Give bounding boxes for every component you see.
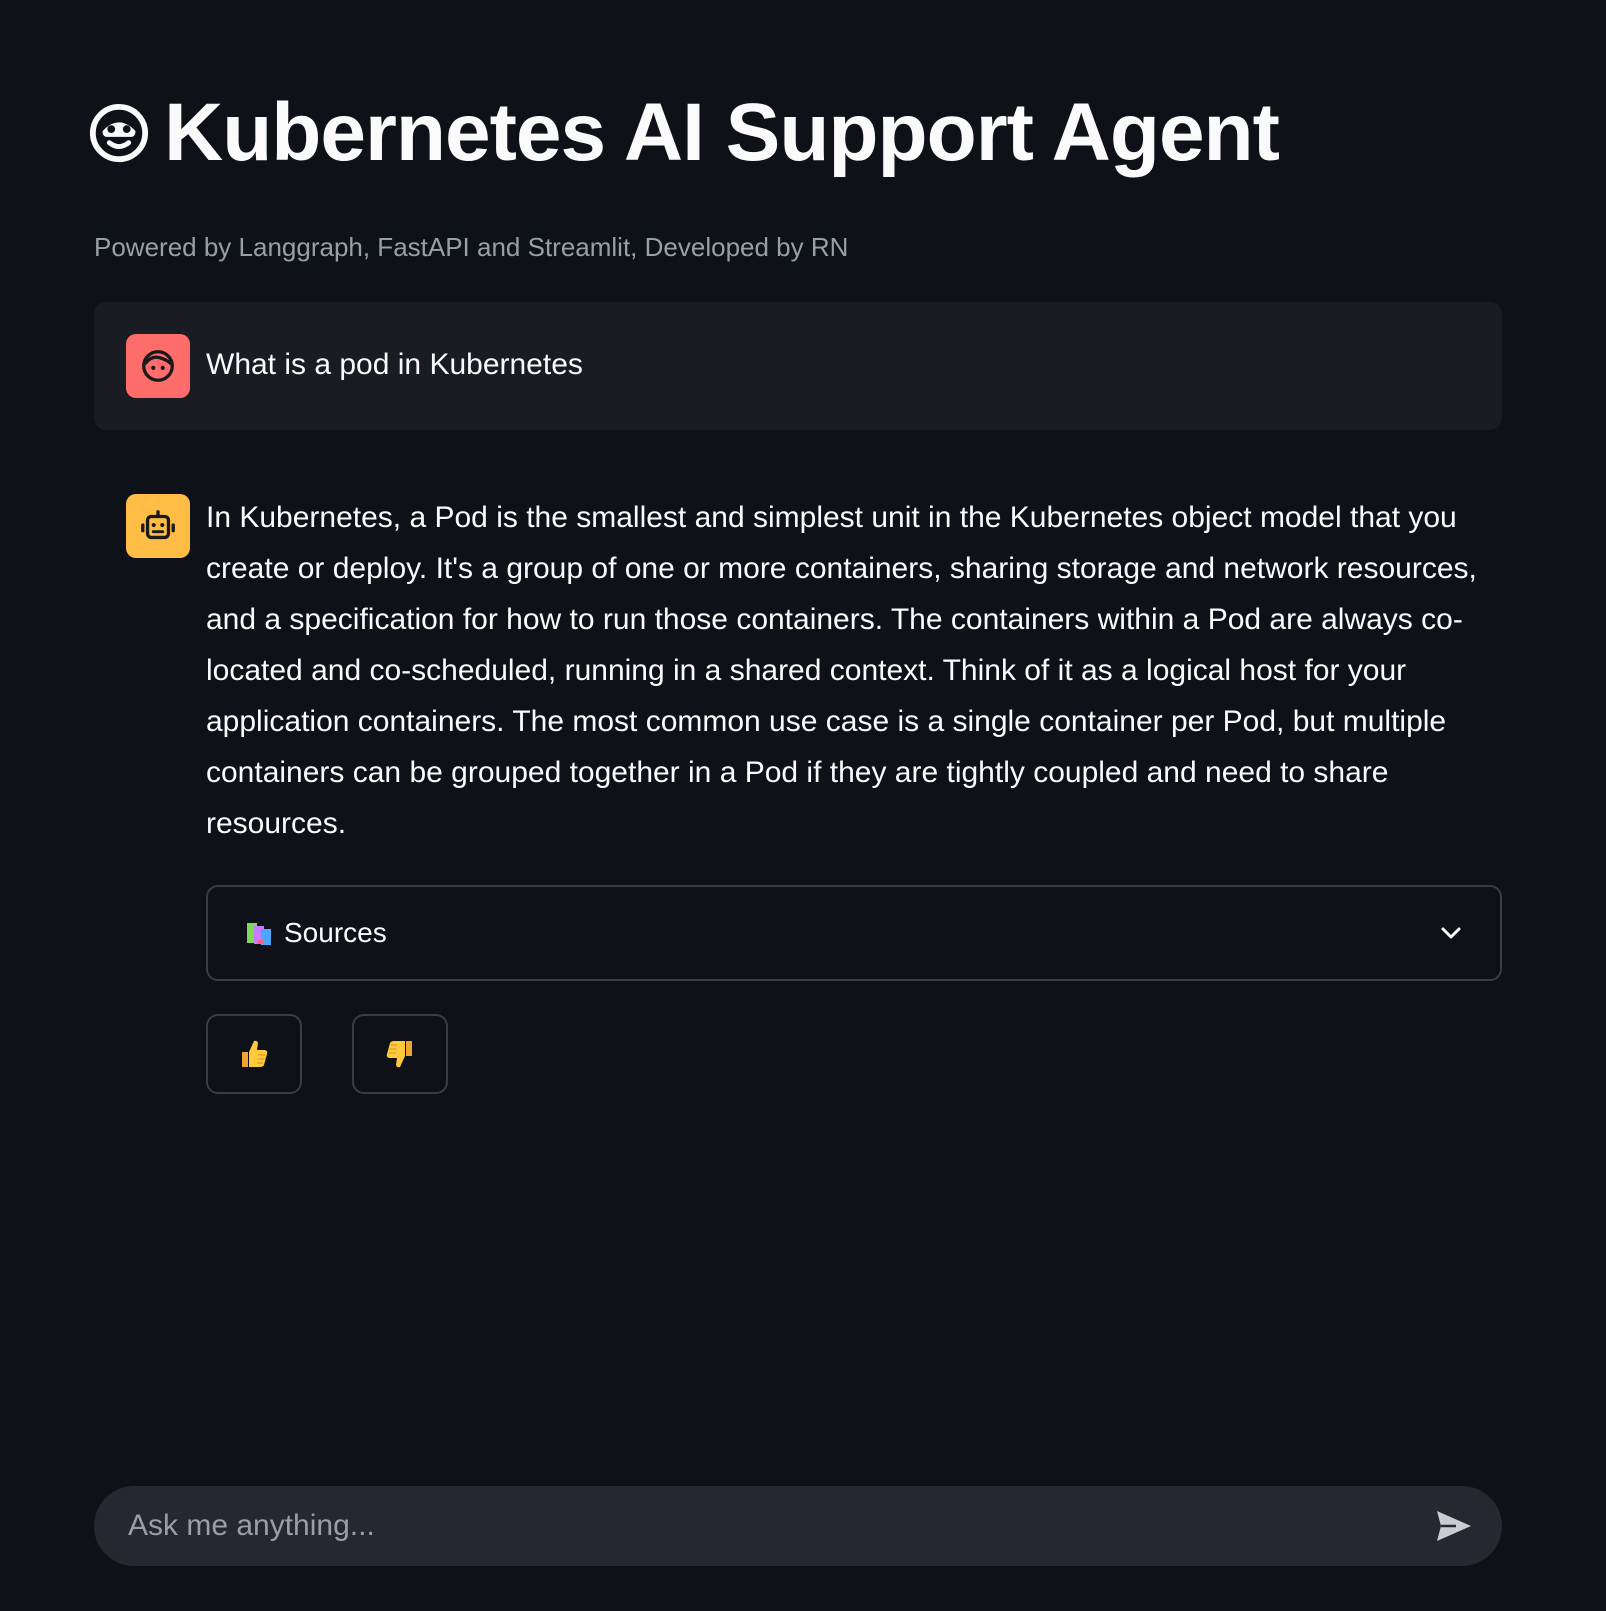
- thumbs-down-button[interactable]: [352, 1014, 448, 1094]
- user-message: What is a pod in Kubernetes: [94, 302, 1502, 430]
- chevron-down-icon[interactable]: [1438, 920, 1464, 946]
- smiling-face-icon: [89, 103, 149, 163]
- sources-expander-label: Sources: [284, 917, 387, 948]
- books-icon: [247, 923, 271, 945]
- robot-icon: [141, 510, 175, 540]
- sources-expander[interactable]: Sources: [206, 885, 1502, 981]
- page-subtitle: Powered by Langgraph, FastAPI and Stream…: [94, 232, 849, 262]
- user-message-text: What is a pod in Kubernetes: [206, 348, 583, 381]
- user-avatar: [126, 334, 190, 398]
- chat-input[interactable]: [128, 1509, 1430, 1543]
- thumbs-up-button[interactable]: [206, 1014, 302, 1094]
- assistant-message-text: In Kubernetes, a Pod is the smallest and…: [206, 501, 1477, 840]
- assistant-avatar: [126, 494, 190, 558]
- page-header: Kubernetes AI Support Agent: [88, 87, 1280, 178]
- thumbs-down-icon: [386, 1041, 412, 1068]
- page-title: Kubernetes AI Support Agent: [164, 87, 1280, 178]
- user-face-icon: [142, 350, 174, 382]
- chat-input-bar: [94, 1486, 1502, 1566]
- send-icon: [1437, 1511, 1471, 1541]
- send-button[interactable]: [1430, 1502, 1478, 1550]
- thumbs-up-icon: [242, 1040, 268, 1067]
- app-page: Kubernetes AI Support Agent Powered by L…: [0, 0, 1606, 1611]
